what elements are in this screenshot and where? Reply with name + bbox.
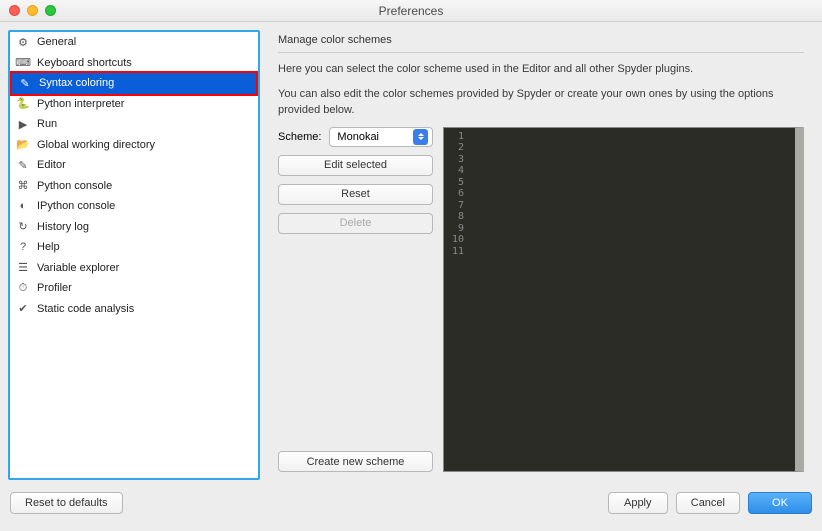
scheme-controls: Scheme: Monokai Edit selected Reset Dele… xyxy=(278,127,433,473)
sidebar-item-keyboard-shortcuts[interactable]: ⌨ Keyboard shortcuts xyxy=(10,53,258,74)
history-icon: ↻ xyxy=(16,220,30,234)
preferences-sidebar: ⚙ General ⌨ Keyboard shortcuts ✎ Syntax color… xyxy=(8,30,260,480)
reset-button[interactable]: Reset xyxy=(278,184,433,205)
sidebar-item-label: Static code analysis xyxy=(37,303,134,315)
sidebar-item-label: Python interpreter xyxy=(37,98,124,110)
sidebar-item-ipython-console[interactable]: ◐ IPython console xyxy=(10,196,258,217)
lint-icon: ✔ xyxy=(16,302,30,316)
sidebar-item-global-working-directory[interactable]: 📂 Global working directory xyxy=(10,135,258,156)
keyboard-icon: ⌨ xyxy=(16,56,30,70)
scheme-row: Scheme: Monokai xyxy=(278,127,433,147)
scheme-area: Scheme: Monokai Edit selected Reset Dele… xyxy=(278,127,804,473)
sidebar-item-general[interactable]: ⚙ General xyxy=(10,32,258,53)
content-pane: Manage color schemes Here you can select… xyxy=(268,30,814,480)
line-number: 3 xyxy=(450,154,464,166)
vars-icon: ☰ xyxy=(16,261,30,275)
line-number: 4 xyxy=(450,165,464,177)
description-2: You can also edit the color schemes prov… xyxy=(278,86,804,119)
sidebar-item-label: Python console xyxy=(37,180,112,192)
line-number: 8 xyxy=(450,211,464,223)
sidebar-item-label: Profiler xyxy=(37,282,72,294)
line-number: 2 xyxy=(450,142,464,154)
main-area: ⚙ General ⌨ Keyboard shortcuts ✎ Syntax color… xyxy=(0,22,822,482)
select-arrows-icon xyxy=(413,129,428,145)
divider xyxy=(278,52,804,53)
help-icon: ? xyxy=(16,240,30,254)
sidebar-item-editor[interactable]: ✎ Editor xyxy=(10,155,258,176)
sidebar-item-label: Variable explorer xyxy=(37,262,119,274)
description-1: Here you can select the color scheme use… xyxy=(278,61,804,78)
sidebar-item-label: Syntax coloring xyxy=(39,77,114,89)
sidebar-item-python-interpreter[interactable]: 🐍 Python interpreter xyxy=(10,94,258,115)
sidebar-item-variable-explorer[interactable]: ☰ Variable explorer xyxy=(10,258,258,279)
highlight-box: ✎ Syntax coloring xyxy=(10,71,258,96)
editor-preview: 1 2 3 4 5 6 7 8 9 10 11 xyxy=(443,127,804,473)
sidebar-item-label: Keyboard shortcuts xyxy=(37,57,132,69)
line-number: 5 xyxy=(450,177,464,189)
titlebar: Preferences xyxy=(0,0,822,22)
minimize-window-button[interactable] xyxy=(27,5,38,16)
scheme-select[interactable]: Monokai xyxy=(329,127,433,147)
play-icon: ▶ xyxy=(16,117,30,131)
sidebar-item-help[interactable]: ? Help xyxy=(10,237,258,258)
create-new-scheme-button[interactable]: Create new scheme xyxy=(278,451,433,472)
edit-selected-button[interactable]: Edit selected xyxy=(278,155,433,176)
sidebar-item-label: Run xyxy=(37,118,57,130)
scheme-select-value: Monokai xyxy=(337,131,379,143)
reset-to-defaults-button[interactable]: Reset to defaults xyxy=(10,492,123,514)
cancel-button[interactable]: Cancel xyxy=(676,492,740,514)
ipy-icon: ◐ xyxy=(16,199,30,213)
line-number: 9 xyxy=(450,223,464,235)
sidebar-item-run[interactable]: ▶ Run xyxy=(10,114,258,135)
profiler-icon: ⏱ xyxy=(16,281,30,295)
sidebar-item-static-code-analysis[interactable]: ✔ Static code analysis xyxy=(10,299,258,320)
sidebar-item-history-log[interactable]: ↻ History log xyxy=(10,217,258,238)
sidebar-item-label: IPython console xyxy=(37,200,115,212)
close-window-button[interactable] xyxy=(9,5,20,16)
line-number: 11 xyxy=(450,246,464,258)
zoom-window-button[interactable] xyxy=(45,5,56,16)
apply-button[interactable]: Apply xyxy=(608,492,668,514)
delete-button: Delete xyxy=(278,213,433,234)
line-number: 6 xyxy=(450,188,464,200)
console-icon: ⌘ xyxy=(16,179,30,193)
ok-button[interactable]: OK xyxy=(748,492,812,514)
folder-icon: 📂 xyxy=(16,138,30,152)
line-number: 10 xyxy=(450,234,464,246)
scheme-label: Scheme: xyxy=(278,131,321,143)
brush-icon: ✎ xyxy=(18,76,32,90)
sidebar-item-label: Help xyxy=(37,241,60,253)
footer: Reset to defaults Apply Cancel OK xyxy=(0,482,822,524)
sidebar-item-python-console[interactable]: ⌘ Python console xyxy=(10,176,258,197)
python-icon: 🐍 xyxy=(16,97,30,111)
gear-icon: ⚙ xyxy=(16,35,30,49)
section-title: Manage color schemes xyxy=(278,34,804,46)
sidebar-item-profiler[interactable]: ⏱ Profiler xyxy=(10,278,258,299)
line-number: 7 xyxy=(450,200,464,212)
pencil-icon: ✎ xyxy=(16,158,30,172)
sidebar-item-label: Global working directory xyxy=(37,139,155,151)
window-controls xyxy=(9,5,56,16)
sidebar-item-label: Editor xyxy=(37,159,66,171)
sidebar-item-syntax-coloring[interactable]: ✎ Syntax coloring xyxy=(12,73,256,94)
line-number: 1 xyxy=(450,131,464,143)
window-title: Preferences xyxy=(0,4,822,18)
sidebar-item-label: General xyxy=(37,36,76,48)
sidebar-item-label: History log xyxy=(37,221,89,233)
